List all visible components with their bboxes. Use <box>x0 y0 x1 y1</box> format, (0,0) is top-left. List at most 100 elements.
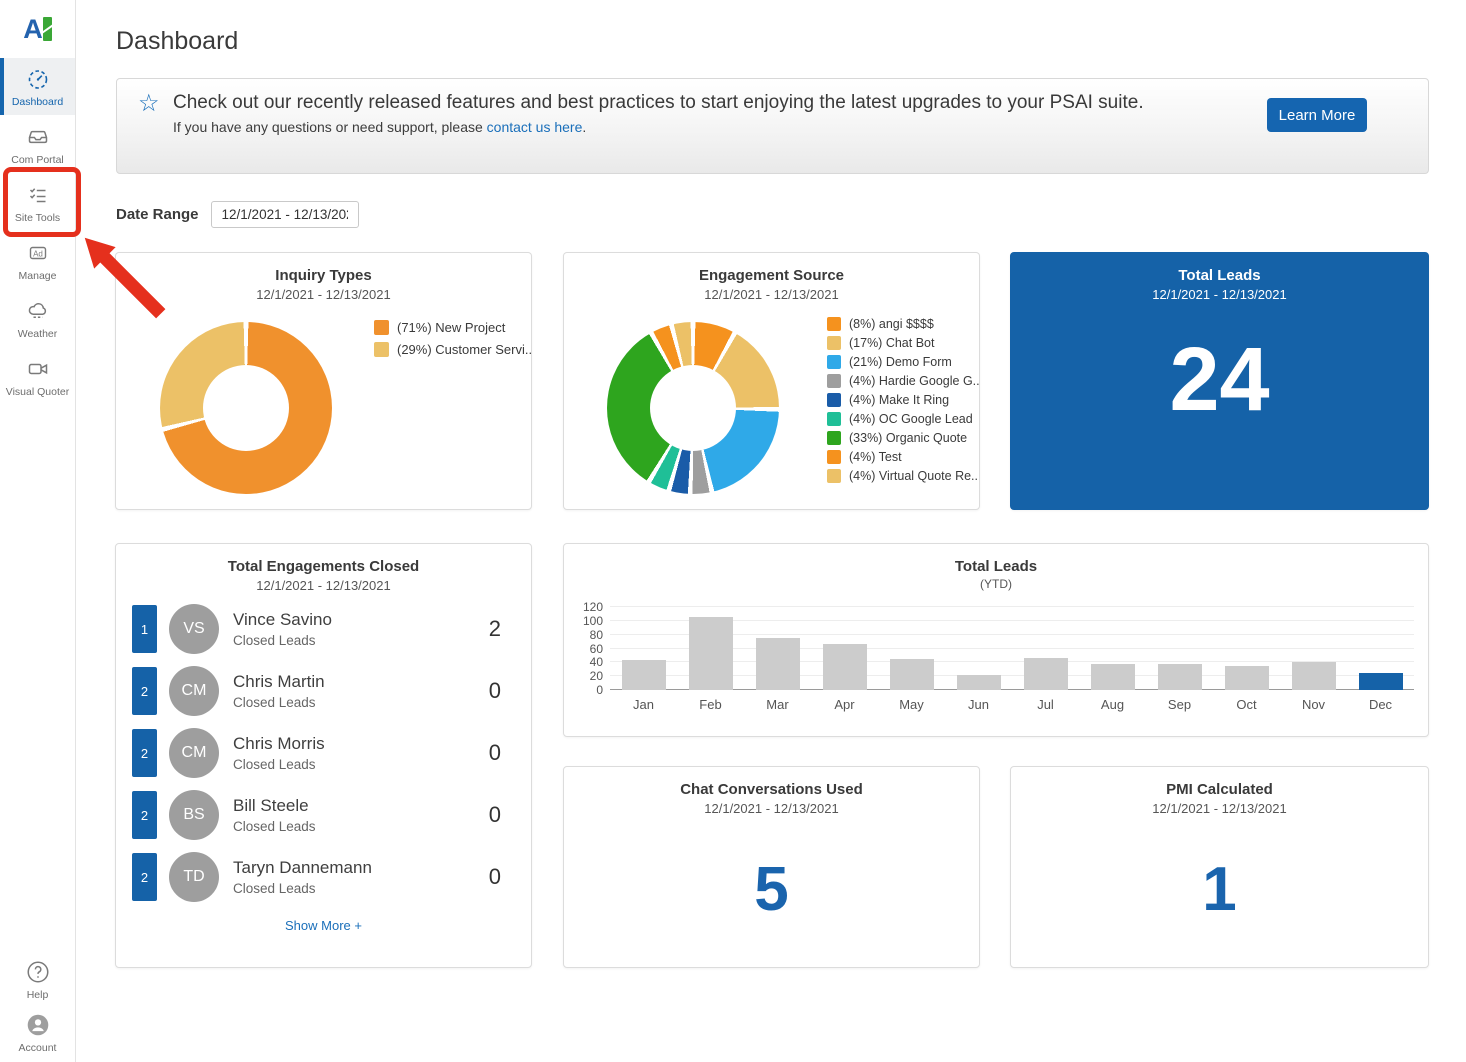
date-range-input[interactable] <box>211 201 359 228</box>
card-subtitle: 12/1/2021 - 12/13/2021 <box>564 287 979 302</box>
engagement-row-bill-steele[interactable]: 2BSBill SteeleClosed Leads0 <box>132 791 515 839</box>
legend-label: (4%) Test <box>849 450 902 464</box>
legend-swatch <box>827 317 841 331</box>
sidebar-item-label: Account <box>19 1042 57 1054</box>
x-axis-label: Jun <box>945 697 1012 712</box>
legend-item: (4%) Hardie Google G... <box>827 374 980 388</box>
bar-slot <box>1347 607 1414 690</box>
sidebar-item-label: Manage <box>19 270 57 282</box>
date-range-row: Date Range <box>116 201 359 228</box>
sidebar-item-account[interactable]: Account <box>0 1007 75 1059</box>
page-title: Dashboard <box>116 27 238 56</box>
engagement-row-chris-martin[interactable]: 2CMChris MartinClosed Leads0 <box>132 667 515 715</box>
chat-conversations-value: 5 <box>564 859 979 921</box>
legend-label: (29%) Customer Servi... <box>397 342 532 357</box>
x-axis-label: Jul <box>1012 697 1079 712</box>
legend-swatch <box>827 393 841 407</box>
legend-item: (21%) Demo Form <box>827 355 980 369</box>
y-axis-tick: 20 <box>590 669 603 683</box>
y-axis-tick: 120 <box>583 600 603 614</box>
star-icon: ☆ <box>138 92 160 116</box>
engagement-info: Vince SavinoClosed Leads <box>233 610 332 648</box>
sidebar-item-site-tools[interactable]: Site Tools <box>0 174 75 231</box>
rank-badge: 2 <box>132 729 157 777</box>
bar-chart-x-labels: JanFebMarAprMayJunJulAugSepOctNovDec <box>610 697 1414 712</box>
legend-label: (21%) Demo Form <box>849 355 952 369</box>
svg-text:Ad: Ad <box>33 249 43 258</box>
sidebar-item-help[interactable]: Help <box>0 954 75 1006</box>
person-icon <box>25 1012 51 1038</box>
sidebar-item-label: Com Portal <box>11 154 64 166</box>
legend-item: (33%) Organic Quote <box>827 431 980 445</box>
bar-slot <box>677 607 744 690</box>
person-name: Taryn Dannemann <box>233 858 372 878</box>
app-logo[interactable]: A <box>0 0 75 58</box>
sidebar-item-visual-quoter[interactable]: Visual Quoter <box>0 348 75 405</box>
engagement-row-taryn-dannemann[interactable]: 2TDTaryn DannemannClosed Leads0 <box>132 853 515 901</box>
legend-label: (33%) Organic Quote <box>849 431 967 445</box>
sidebar-item-com-portal[interactable]: Com Portal <box>0 116 75 173</box>
bar-sep <box>1158 664 1202 690</box>
total-leads-value: 24 <box>1011 335 1428 425</box>
legend-item: (17%) Chat Bot <box>827 336 980 350</box>
bar-slot <box>811 607 878 690</box>
sidebar-nav: Dashboard Com Portal Site Tools Ad Manage Wea… <box>0 58 75 406</box>
x-axis-label: Apr <box>811 697 878 712</box>
legend-label: (4%) Hardie Google G... <box>849 374 980 388</box>
inquiry-types-legend: (71%) New Project(29%) Customer Servi... <box>374 320 532 357</box>
sidebar-item-weather[interactable]: Weather <box>0 290 75 347</box>
bar-feb <box>689 617 733 690</box>
engagements-list: 1VSVince SavinoClosed Leads22CMChris Mar… <box>132 605 515 915</box>
avatar: TD <box>169 852 219 902</box>
legend-item: (4%) Make It Ring <box>827 393 980 407</box>
show-more-link[interactable]: Show More + <box>116 918 531 933</box>
card-title: Inquiry Types <box>116 267 531 284</box>
engagement-row-chris-morris[interactable]: 2CMChris MorrisClosed Leads0 <box>132 729 515 777</box>
x-axis-label: May <box>878 697 945 712</box>
date-range-label: Date Range <box>116 206 199 223</box>
bar-jan <box>622 660 666 690</box>
bar-slot <box>1012 607 1079 690</box>
rank-badge: 2 <box>132 791 157 839</box>
contact-us-link[interactable]: contact us here <box>487 119 583 135</box>
learn-more-button[interactable]: Learn More <box>1267 98 1367 132</box>
card-title: Chat Conversations Used <box>564 781 979 798</box>
person-name: Vince Savino <box>233 610 332 630</box>
legend-swatch <box>374 342 389 357</box>
bar-slot <box>1146 607 1213 690</box>
bar-slot <box>610 607 677 690</box>
rank-badge: 2 <box>132 853 157 901</box>
engagement-row-vince-savino[interactable]: 1VSVince SavinoClosed Leads2 <box>132 605 515 653</box>
engagement-info: Chris MartinClosed Leads <box>233 672 325 710</box>
bar-slot <box>1079 607 1146 690</box>
closed-leads-count: 0 <box>489 864 515 890</box>
engagement-info: Chris MorrisClosed Leads <box>233 734 325 772</box>
legend-swatch <box>827 431 841 445</box>
closed-leads-count: 0 <box>489 740 515 766</box>
card-title: Total Engagements Closed <box>116 558 531 575</box>
bar-may <box>890 659 934 690</box>
closed-leads-count: 2 <box>489 616 515 642</box>
legend-label: (17%) Chat Bot <box>849 336 934 350</box>
card-subtitle: 12/1/2021 - 12/13/2021 <box>1011 287 1428 302</box>
bar-oct <box>1225 666 1269 690</box>
sidebar-item-manage[interactable]: Ad Manage <box>0 232 75 289</box>
avatar: CM <box>169 666 219 716</box>
metric-label: Closed Leads <box>233 819 316 834</box>
legend-swatch <box>827 336 841 350</box>
x-axis-label: Dec <box>1347 697 1414 712</box>
banner-text: Check out our recently released features… <box>173 90 1203 135</box>
legend-label: (8%) angi $$$$ <box>849 317 934 331</box>
person-name: Bill Steele <box>233 796 316 816</box>
legend-item: (4%) OC Google Lead <box>827 412 980 426</box>
legend-swatch <box>827 374 841 388</box>
inbox-icon <box>26 124 50 150</box>
rank-badge: 1 <box>132 605 157 653</box>
card-title: Engagement Source <box>564 267 979 284</box>
bar-aug <box>1091 664 1135 690</box>
bar-nov <box>1292 662 1336 690</box>
chat-conversations-card: Chat Conversations Used 12/1/2021 - 12/1… <box>563 766 980 968</box>
sidebar-item-dashboard[interactable]: Dashboard <box>0 58 75 115</box>
banner-support-suffix: . <box>582 119 586 135</box>
metric-label: Closed Leads <box>233 757 325 772</box>
